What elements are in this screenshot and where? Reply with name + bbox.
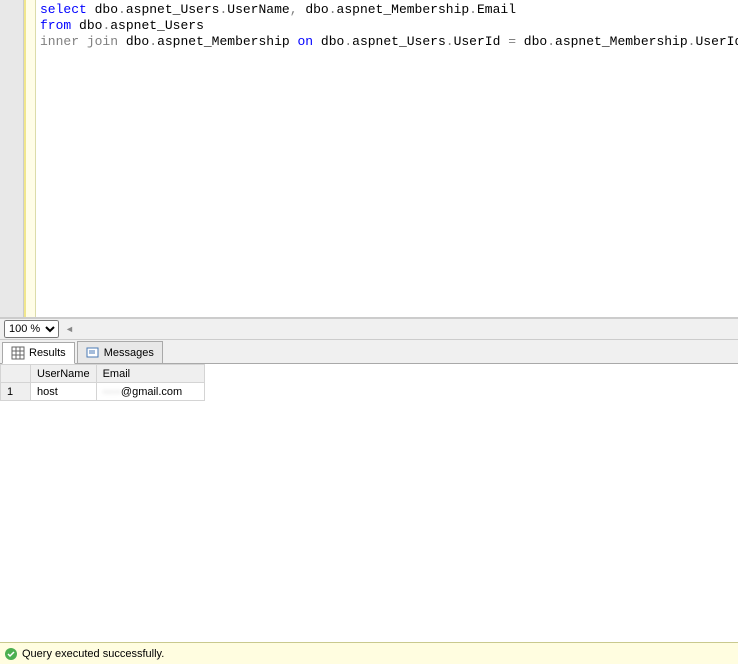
zoom-bar: 100 % ◄: [0, 318, 738, 340]
change-marker-strip: [24, 0, 36, 317]
row-number[interactable]: 1: [1, 383, 31, 401]
table-row[interactable]: 1 host ·····@gmail.com: [1, 383, 205, 401]
results-table[interactable]: UserName Email 1 host ·····@gmail.com: [0, 364, 205, 401]
kw-inner: inner: [40, 34, 79, 49]
messages-icon: [86, 346, 100, 360]
success-icon: [4, 647, 18, 661]
rownum-header[interactable]: [1, 365, 31, 383]
results-grid-pane: UserName Email 1 host ·····@gmail.com: [0, 364, 738, 642]
tab-results[interactable]: Results: [2, 342, 75, 364]
kw-select: select: [40, 2, 87, 17]
cell-username[interactable]: host: [31, 383, 97, 401]
scroll-arrows[interactable]: ◄: [65, 324, 74, 334]
zoom-select[interactable]: 100 %: [4, 320, 59, 338]
kw-on: on: [298, 34, 314, 49]
cell-email[interactable]: ·····@gmail.com: [96, 383, 204, 401]
status-bar: Query executed successfully.: [0, 642, 738, 664]
editor-gutter: [0, 0, 24, 317]
col-header-email[interactable]: Email: [96, 365, 204, 383]
tab-messages[interactable]: Messages: [77, 341, 163, 363]
kw-join: join: [79, 34, 118, 49]
table-header-row: UserName Email: [1, 365, 205, 383]
sql-code-area[interactable]: select dbo.aspnet_Users.UserName, dbo.as…: [36, 0, 738, 317]
results-tabs-bar: Results Messages: [0, 340, 738, 364]
sql-editor-pane: select dbo.aspnet_Users.UserName, dbo.as…: [0, 0, 738, 318]
grid-icon: [11, 346, 25, 360]
status-message: Query executed successfully.: [22, 648, 164, 660]
kw-from: from: [40, 18, 71, 33]
tab-results-label: Results: [29, 347, 66, 359]
col-header-username[interactable]: UserName: [31, 365, 97, 383]
tab-messages-label: Messages: [104, 347, 154, 359]
